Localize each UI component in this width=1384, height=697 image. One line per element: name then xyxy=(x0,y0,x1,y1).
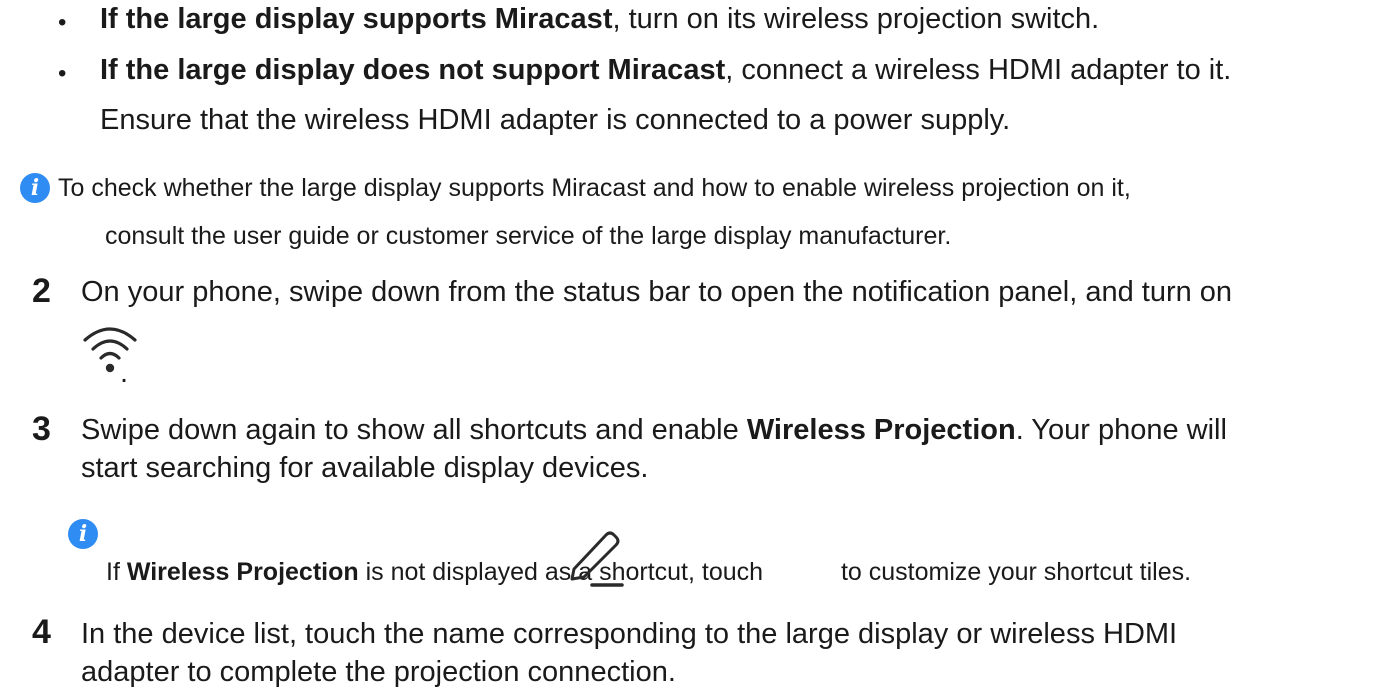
bullet-bold-text: If the large display does not support Mi… xyxy=(100,54,726,86)
info-icon: i xyxy=(20,173,50,203)
wireless-projection-label: Wireless Projection xyxy=(126,558,359,586)
bullet-bold-text: If the large display supports Miracast xyxy=(100,3,613,35)
step-text-line2: start searching for available display de… xyxy=(81,452,649,484)
step-number: 2 xyxy=(32,272,51,310)
bullet-marker: • xyxy=(58,9,67,36)
step-text-post: . Your phone will xyxy=(1015,414,1227,446)
edit-pencil-icon xyxy=(570,531,624,587)
bullet-text: , connect a wireless HDMI adapter to it. xyxy=(725,54,1232,86)
note-text-post: to customize your shortcut tiles. xyxy=(834,558,1192,586)
note-line: If Wireless Projection is not displayed … xyxy=(106,557,1191,587)
step-text: In the device list, touch the name corre… xyxy=(81,618,1178,650)
step-text-line2: adapter to complete the projection conne… xyxy=(81,656,676,688)
note-line: To check whether the large display suppo… xyxy=(58,174,1131,202)
bullet-continuation: Ensure that the wireless HDMI adapter is… xyxy=(100,104,1011,136)
step-text: Swipe down again to show all shortcuts a… xyxy=(81,413,1227,447)
note-text-pre: If xyxy=(106,558,127,586)
step-number: 3 xyxy=(32,410,51,448)
wireless-projection-label: Wireless Projection xyxy=(746,414,1016,446)
step-text: On your phone, swipe down from the statu… xyxy=(81,276,1233,308)
step-period: . xyxy=(120,357,129,389)
bullet-item: If the large display does not support Mi… xyxy=(100,53,1231,87)
wifi-icon xyxy=(83,327,137,373)
step-number: 4 xyxy=(32,613,51,651)
bullet-text: , turn on its wireless projection switch… xyxy=(612,3,1100,35)
bullet-marker: • xyxy=(58,60,67,87)
step-text-pre: Swipe down again to show all shortcuts a… xyxy=(81,414,747,446)
info-icon: i xyxy=(68,519,98,549)
bullet-item: If the large display supports Miracast, … xyxy=(100,2,1099,36)
note-line: consult the user guide or customer servi… xyxy=(105,222,952,250)
